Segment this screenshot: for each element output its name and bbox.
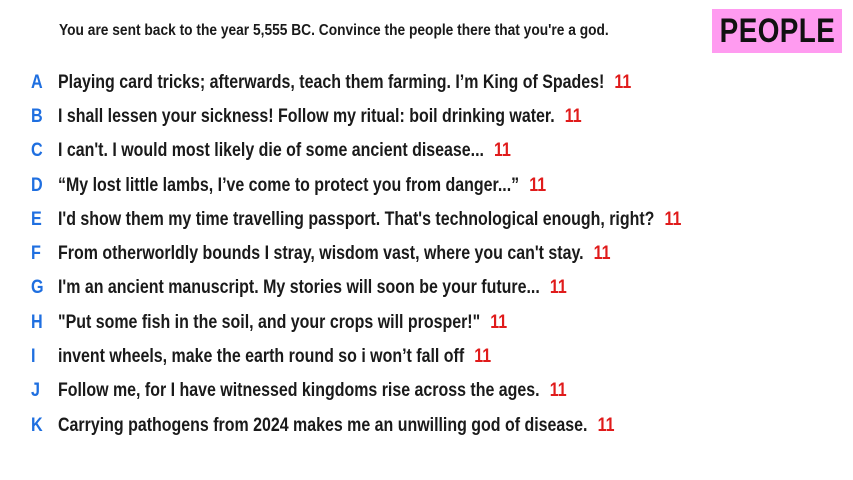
answer-line: I can't. I would most likely die of some… <box>58 140 511 162</box>
answer-letter: G <box>31 277 44 298</box>
answer-line: I shall lessen your sickness! Follow my … <box>58 106 582 128</box>
answer-text: invent wheels, make the earth round so i… <box>58 346 465 367</box>
answer-row-b: B I shall lessen your sickness! Follow m… <box>0 104 853 134</box>
answer-letter: B <box>31 106 43 127</box>
answer-letter: H <box>31 312 43 333</box>
answer-letter: A <box>31 72 43 93</box>
answer-line: I'm an ancient manuscript. My stories wi… <box>58 277 567 299</box>
answer-text: I'd show them my time travelling passpor… <box>58 209 655 230</box>
answer-row-f: F From otherworldly bounds I stray, wisd… <box>0 241 853 271</box>
answer-letter: J <box>31 380 40 401</box>
answer-row-g: G I'm an ancient manuscript. My stories … <box>0 275 853 305</box>
answer-text: “My lost little lambs, I’ve come to prot… <box>58 175 520 196</box>
answer-text: I shall lessen your sickness! Follow my … <box>58 106 555 127</box>
answer-text: From otherworldly bounds I stray, wisdom… <box>58 243 584 264</box>
answer-text: I can't. I would most likely die of some… <box>58 140 484 161</box>
answer-text: I'm an ancient manuscript. My stories wi… <box>58 277 540 298</box>
answer-text: Playing card tricks; afterwards, teach t… <box>58 72 605 93</box>
answer-letter: E <box>31 209 42 230</box>
answer-score: 11 <box>474 346 492 367</box>
answer-line: "Put some fish in the soil, and your cro… <box>58 312 507 334</box>
answer-letter: K <box>31 415 43 436</box>
answer-score: 11 <box>564 106 582 127</box>
answer-letter: C <box>31 140 43 161</box>
answer-score: 11 <box>490 312 508 333</box>
answer-text: Follow me, for I have witnessed kingdoms… <box>58 380 540 401</box>
answer-score: 11 <box>664 209 682 230</box>
answer-line: From otherworldly bounds I stray, wisdom… <box>58 243 611 265</box>
answer-line: “My lost little lambs, I’ve come to prot… <box>58 175 546 197</box>
answer-score: 11 <box>614 72 632 93</box>
answer-row-h: H "Put some fish in the soil, and your c… <box>0 310 853 340</box>
answer-row-c: C I can't. I would most likely die of so… <box>0 138 853 168</box>
answer-row-j: J Follow me, for I have witnessed kingdo… <box>0 378 853 408</box>
answer-score: 11 <box>529 175 547 196</box>
answer-letter: D <box>31 175 43 196</box>
answer-line: I'd show them my time travelling passpor… <box>58 209 681 231</box>
answer-line: invent wheels, make the earth round so i… <box>58 346 491 368</box>
answer-text: "Put some fish in the soil, and your cro… <box>58 312 481 333</box>
answer-score: 11 <box>549 380 567 401</box>
answer-letter: F <box>31 243 41 264</box>
answer-line: Playing card tricks; afterwards, teach t… <box>58 72 631 94</box>
category-badge: PEOPLE <box>712 9 842 53</box>
answer-row-e: E I'd show them my time travelling passp… <box>0 207 853 237</box>
answer-row-i: I invent wheels, make the earth round so… <box>0 344 853 374</box>
answer-score: 11 <box>494 140 511 161</box>
answer-score: 11 <box>549 277 567 298</box>
question-prompt: You are sent back to the year 5,555 BC. … <box>59 22 609 39</box>
category-label: PEOPLE <box>719 11 835 50</box>
answer-line: Carrying pathogens from 2024 makes me an… <box>58 415 614 437</box>
answer-score: 11 <box>597 415 615 436</box>
answer-row-d: D “My lost little lambs, I’ve come to pr… <box>0 173 853 203</box>
answer-text: Carrying pathogens from 2024 makes me an… <box>58 415 588 436</box>
answer-score: 11 <box>593 243 611 264</box>
answer-letter: I <box>31 346 36 367</box>
answer-row-k: K Carrying pathogens from 2024 makes me … <box>0 413 853 443</box>
answer-row-a: A Playing card tricks; afterwards, teach… <box>0 70 853 100</box>
answer-line: Follow me, for I have witnessed kingdoms… <box>58 380 567 402</box>
